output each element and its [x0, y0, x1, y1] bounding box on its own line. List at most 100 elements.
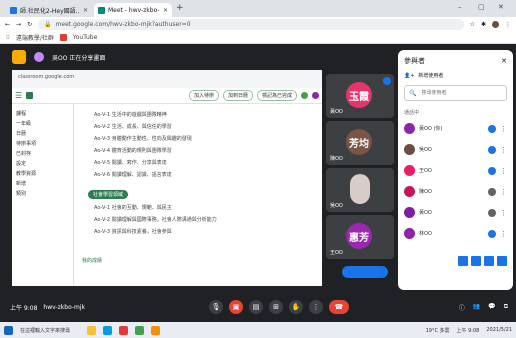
self-view-controls[interactable] [342, 266, 388, 278]
participant-name: 王OO [330, 250, 343, 256]
browser-tab[interactable]: 師.社民化2-Hey國語... ✕ [6, 3, 92, 17]
section-chip[interactable]: 社會學習領域 [88, 190, 129, 199]
nav-item[interactable]: 新增 [16, 180, 69, 187]
participant-tile[interactable]: 惠芳 王OO [326, 215, 394, 259]
chrome-icon[interactable] [119, 325, 128, 335]
app-icon[interactable] [151, 325, 160, 335]
grades-link[interactable]: 我的成績 [82, 257, 320, 264]
info-icon[interactable] [497, 256, 507, 266]
windows-start-icon[interactable] [4, 325, 13, 335]
nav-item[interactable]: 待辦事項 [16, 140, 69, 147]
minimize-icon[interactable]: – [458, 3, 462, 11]
new-tab-icon[interactable]: + [176, 3, 184, 13]
avatar [404, 207, 415, 218]
people-title: 參與者 [404, 57, 425, 65]
search-input[interactable] [419, 89, 502, 97]
app-icon[interactable] [135, 325, 144, 335]
avatar [404, 165, 415, 176]
nav-item[interactable]: 設定 [16, 160, 69, 167]
audio-icon [488, 229, 496, 238]
hamburger-icon[interactable]: ☰ [15, 91, 22, 100]
star-icon[interactable]: ☆ [470, 21, 475, 28]
back-icon[interactable]: ← [5, 21, 10, 28]
meeting-code: hwv-zkbo-mjk [43, 303, 86, 311]
user-avatar[interactable] [301, 92, 308, 99]
apps-icon[interactable]: ⁝⁝ [6, 34, 10, 41]
activities-icon[interactable]: ⧉ [504, 303, 508, 312]
participant-avatar: 玉霞 [346, 82, 372, 108]
activities-icon[interactable] [484, 256, 494, 266]
mark-done-button[interactable]: 標記為已完成 [256, 90, 297, 101]
bookmark-item[interactable]: 遠端教學/社群 [16, 33, 54, 42]
taskbar: 在這裡輸入文字來搜尋 19°C 多雲 上午 9:08 2021/5/21 [0, 322, 516, 338]
participant-tile[interactable]: 玉霞 黃OO [326, 74, 394, 118]
nav-item[interactable]: 一年級 [16, 120, 69, 127]
present-icon[interactable] [12, 50, 26, 64]
nav-item[interactable]: 教學資源 [16, 170, 69, 177]
nav-item[interactable]: 類別 [16, 190, 69, 197]
people-icon[interactable]: 👥 [473, 303, 480, 312]
forward-icon[interactable]: → [16, 21, 21, 28]
avatar [404, 228, 415, 239]
participant-name: 吳OO [330, 203, 343, 209]
participant-row[interactable]: 林OO ⋮ [404, 223, 507, 244]
people-icon[interactable] [458, 256, 468, 266]
nav-item[interactable]: 課程 [16, 110, 69, 117]
chat-icon[interactable]: 💬 [488, 303, 495, 312]
weather[interactable]: 19°C 多雲 [426, 327, 450, 334]
chat-icon[interactable] [471, 256, 481, 266]
close-window-icon[interactable]: ✕ [498, 3, 504, 11]
more-icon[interactable]: ⋮ [309, 300, 324, 314]
participant-row[interactable]: 王OO ⋮ [404, 160, 507, 181]
folder-icon[interactable] [87, 325, 96, 335]
content-line: Ao-V-5 閱讀、寫作、分享與表達 [94, 160, 167, 166]
maximize-icon[interactable]: ▢ [478, 3, 485, 11]
menu-icon[interactable]: ⋮ [505, 21, 511, 28]
close-icon[interactable]: ✕ [163, 7, 168, 14]
more-icon[interactable]: ⋮ [500, 167, 507, 175]
shared-browser-chrome: classroom.google.com [12, 70, 322, 88]
add-calendar-button[interactable]: 加到日曆 [222, 90, 253, 101]
participant-row[interactable]: 黃OO (你) ⋮ [404, 118, 507, 139]
nav-item[interactable]: 已封存 [16, 150, 69, 157]
participant-name: 黃OO [330, 109, 343, 115]
participant-row[interactable]: 黃OO ⋮ [404, 202, 507, 223]
raise-hand-icon[interactable]: ✋ [289, 300, 304, 314]
reload-icon[interactable]: ↻ [27, 21, 32, 28]
more-icon[interactable]: ⋮ [500, 230, 507, 238]
people-panel: 參與者 ✕ 👤+ 新增使用者 🔍 通話中 黃OO (你) ⋮ 吳OO ⋮ 王OO… [398, 50, 513, 290]
youtube-icon [59, 34, 67, 41]
section-header: 社會學習領域 [84, 190, 320, 199]
participant-tile[interactable]: 吳OO [326, 168, 394, 212]
more-icon[interactable]: ⋮ [500, 146, 507, 154]
add-people-button[interactable]: 新增使用者 [418, 72, 443, 79]
control-buttons: 🎙 ▣ ▤ ⊞ ✋ ⋮ ☎ [209, 300, 350, 314]
audio-icon [488, 145, 496, 154]
info-icon[interactable]: ⓘ [459, 303, 465, 312]
profile-avatar[interactable] [492, 21, 499, 28]
more-icon[interactable]: ⋮ [500, 188, 507, 196]
participant-row[interactable]: 陳OO ⋮ [404, 181, 507, 202]
close-icon[interactable]: ✕ [501, 57, 507, 65]
mic-icon[interactable]: 🎙 [209, 300, 224, 314]
captions-icon[interactable]: ▤ [249, 300, 264, 314]
more-icon[interactable]: ⋮ [500, 125, 507, 133]
camera-off-icon[interactable]: ▣ [229, 300, 244, 314]
present-icon[interactable]: ⊞ [269, 300, 284, 314]
leave-call-button[interactable]: ☎ [329, 300, 350, 314]
edge-icon[interactable] [103, 325, 112, 335]
extensions-icon[interactable]: ✱ [481, 21, 486, 28]
browser-tab-active[interactable]: Meet - hwv-zkbo-mjk ✕ [94, 3, 172, 17]
more-icon[interactable]: ⋮ [500, 209, 507, 217]
url-field[interactable]: 🔒 meet.google.com/hwv-zkbo-mjk?authuser=… [38, 19, 464, 30]
avatar [404, 186, 415, 197]
participant-tile[interactable]: 芳均 陳OO [326, 121, 394, 165]
nav-item[interactable]: 日曆 [16, 130, 69, 137]
bookmark-item[interactable]: YouTube [73, 34, 97, 41]
taskbar-search[interactable]: 在這裡輸入文字來搜尋 [20, 327, 80, 334]
user-avatar[interactable] [312, 92, 319, 99]
add-todo-button[interactable]: 加入待辦 [188, 90, 219, 101]
classroom-content: Ao-V-1 生活中的遊戲與團隊精神 Ao-V-2 生活、成長、與信任的學習 A… [76, 106, 320, 286]
close-icon[interactable]: ✕ [83, 7, 88, 14]
participant-row[interactable]: 吳OO ⋮ [404, 139, 507, 160]
